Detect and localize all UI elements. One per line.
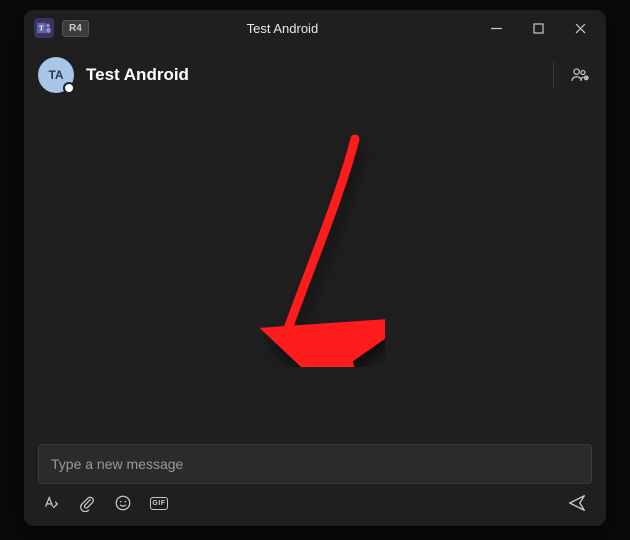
vertical-separator [553,62,554,88]
chat-window: T R4 Test Android TA Test Android [24,10,606,526]
chat-title[interactable]: Test Android [86,65,553,85]
compose-toolbar: GIF [38,484,592,514]
window-title: Test Android [89,21,476,36]
annotation-arrow-icon [245,127,385,367]
build-badge: R4 [62,20,89,37]
send-button[interactable] [566,492,588,514]
close-button[interactable] [560,14,600,42]
window-controls [476,14,600,42]
minimize-button[interactable] [476,14,516,42]
svg-text:T: T [39,25,44,33]
avatar[interactable]: TA [38,57,74,93]
message-input-placeholder: Type a new message [51,456,183,472]
gif-icon[interactable]: GIF [150,494,168,512]
gif-label: GIF [150,497,168,510]
emoji-icon[interactable] [114,494,132,512]
messages-area [24,104,606,444]
format-icon[interactable] [42,494,60,512]
header-actions [553,62,592,88]
message-input[interactable]: Type a new message [38,444,592,484]
compose-area: Type a new message GIF [24,444,606,526]
presence-indicator-offline [63,82,75,94]
attach-icon[interactable] [78,494,96,512]
teams-app-icon: T [34,18,54,38]
chat-header: TA Test Android [24,46,606,104]
add-people-icon[interactable] [568,63,592,87]
titlebar: T R4 Test Android [24,10,606,46]
maximize-button[interactable] [518,14,558,42]
